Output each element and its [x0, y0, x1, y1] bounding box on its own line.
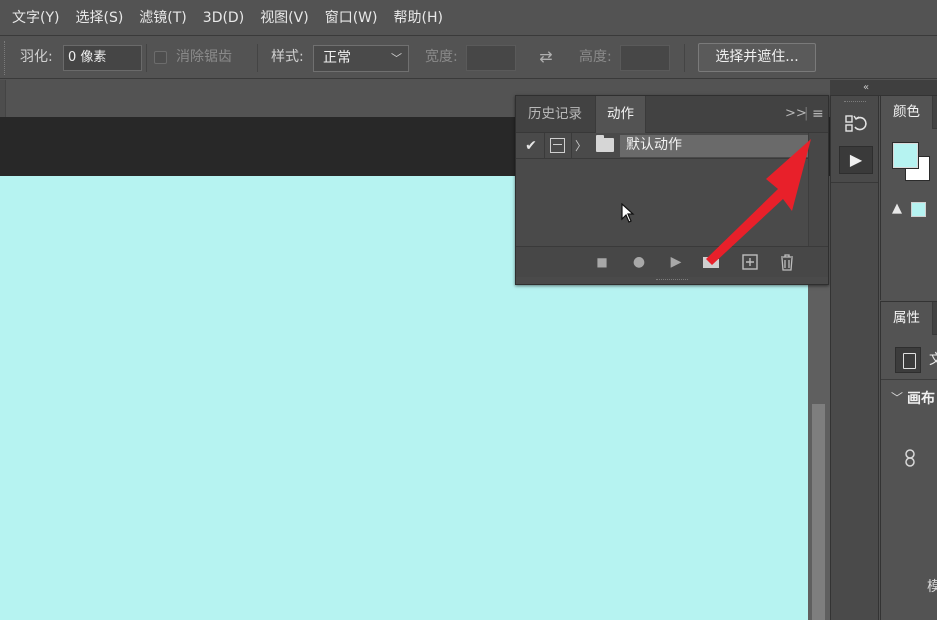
width-label: 宽度:	[425, 49, 458, 65]
icon-column-divider	[831, 182, 878, 183]
scrollbar-thumb[interactable]	[812, 404, 825, 620]
properties-panel-header: 属性	[881, 302, 937, 335]
row-divider	[544, 133, 545, 159]
color-panel: 颜色 ▲	[880, 96, 937, 300]
row-divider	[571, 133, 572, 159]
actions-play-icon[interactable]: ▶	[839, 146, 873, 174]
canvas-section-label[interactable]: 画布	[907, 388, 935, 408]
tab-strip-grip[interactable]	[0, 80, 6, 117]
chevron-right-icon[interactable]: 〉	[575, 136, 587, 156]
options-divider	[146, 44, 147, 72]
mode-label: 模	[927, 579, 937, 595]
link-icon[interactable]	[903, 448, 917, 468]
annotation-arrow-icon	[706, 139, 811, 265]
options-bar: 羽化: 0 像素 消除锯齿 样式: 正常 ﹀ 宽度: ⇄ 高度: 选择并遮住..…	[0, 37, 937, 79]
chevron-down-icon[interactable]: ﹀	[891, 389, 903, 406]
antialias-checkbox[interactable]	[154, 51, 167, 64]
mouse-cursor-icon	[621, 203, 635, 223]
menu-select[interactable]: 选择(S)	[67, 0, 131, 36]
panel-ctl-divider: |	[804, 106, 809, 121]
options-divider	[684, 44, 685, 72]
icon-column-grip[interactable]	[844, 101, 866, 104]
menu-type[interactable]: 文字(Y)	[4, 0, 67, 36]
menu-view[interactable]: 视图(V)	[252, 0, 317, 36]
width-input[interactable]	[466, 45, 516, 71]
feather-input[interactable]: 0 像素	[63, 45, 142, 71]
history-icon[interactable]	[841, 110, 871, 138]
menu-window[interactable]: 窗口(W)	[317, 0, 386, 36]
style-label: 样式:	[271, 49, 304, 65]
dock-icon-column: ▶	[830, 96, 879, 620]
menu-bar: 文字(Y) 选择(S) 滤镜(T) 3D(D) 视图(V) 窗口(W) 帮助(H…	[0, 0, 937, 36]
properties-panel: 属性 文 ﹀ 画布 模	[880, 301, 937, 620]
properties-divider	[881, 379, 937, 380]
panel-menu-icon[interactable]: ≡	[812, 96, 824, 133]
foreground-color-swatch[interactable]	[892, 142, 919, 169]
play-icon[interactable]: ▶	[665, 252, 687, 272]
collapse-left-icon[interactable]: «	[863, 80, 869, 96]
style-select[interactable]: 正常 ﹀	[313, 45, 409, 72]
dialog-toggle-icon[interactable]	[550, 138, 565, 153]
document-icon	[895, 347, 921, 373]
options-bar-grip[interactable]	[4, 41, 7, 75]
tab-properties[interactable]: 属性	[881, 302, 933, 335]
options-divider	[257, 44, 258, 72]
warning-icon[interactable]: ▲	[892, 202, 906, 216]
tab-actions[interactable]: 动作	[595, 96, 646, 133]
select-and-mask-button[interactable]: 选择并遮住...	[698, 43, 816, 72]
swap-icon[interactable]: ⇄	[535, 47, 557, 67]
menu-help[interactable]: 帮助(H)	[385, 0, 450, 36]
menu-filter[interactable]: 滤镜(T)	[131, 0, 194, 36]
tab-history[interactable]: 历史记录	[517, 96, 593, 133]
tab-color[interactable]: 颜色	[881, 96, 933, 129]
record-icon[interactable]: ●	[628, 252, 650, 272]
folder-icon	[596, 135, 614, 152]
color-panel-header: 颜色	[881, 96, 937, 129]
document-label: 文	[929, 352, 937, 368]
gamut-color-swatch[interactable]	[911, 202, 926, 217]
stop-icon[interactable]: ■	[591, 252, 613, 272]
check-icon[interactable]: ✔	[523, 137, 539, 155]
menu-3d[interactable]: 3D(D)	[195, 0, 252, 36]
panel-tab-bar: 历史记录 动作 >> | ≡	[516, 96, 828, 133]
feather-label: 羽化:	[20, 49, 53, 65]
height-input[interactable]	[620, 45, 670, 71]
dock-collapse-bar[interactable]: «	[830, 80, 937, 96]
height-label: 高度:	[579, 49, 612, 65]
chevron-down-icon: ﹀	[391, 52, 402, 65]
style-select-value: 正常	[323, 50, 351, 66]
panel-resize-grip[interactable]	[656, 279, 688, 282]
antialias-label: 消除锯齿	[176, 49, 232, 65]
